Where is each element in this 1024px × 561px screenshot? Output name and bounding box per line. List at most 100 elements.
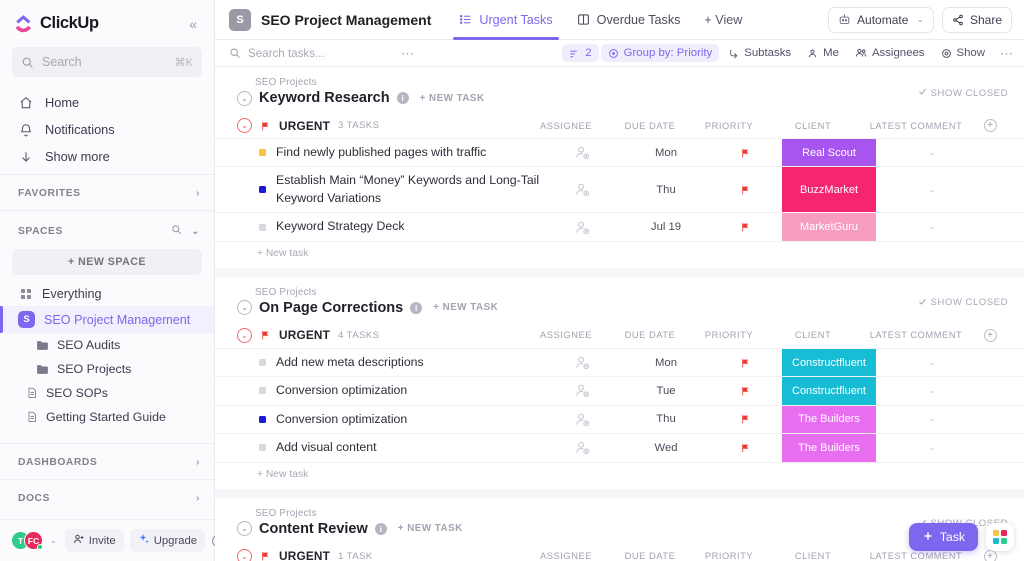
assignee-cell[interactable] [540, 213, 624, 240]
info-icon[interactable]: i [410, 301, 423, 314]
collapse-group-icon[interactable]: ⌄ [237, 521, 252, 537]
add-column-button[interactable]: + [972, 549, 1008, 561]
sidebar-item-getting-started-guide[interactable]: Getting Started Guide [0, 405, 214, 429]
new-task-button[interactable]: + NEW TASK [433, 302, 498, 313]
client-cell[interactable]: BuzzMarket [782, 167, 876, 213]
table-row[interactable]: Establish Main “Money” Keywords and Long… [215, 166, 1024, 213]
sidebar-item-seo-projects[interactable]: SEO Projects [0, 357, 214, 381]
client-cell[interactable]: Constructfluent [782, 348, 876, 377]
table-row[interactable]: Conversion optimization Tue Constructfluen… [215, 376, 1024, 405]
due-date-cell[interactable]: Jul 19 [624, 213, 708, 240]
sidebar-section-docs[interactable]: DOCS › [0, 479, 214, 515]
automate-button[interactable]: Automate ⌄ [828, 6, 934, 33]
status-badge[interactable] [259, 359, 266, 367]
assignee-cell[interactable] [540, 349, 624, 376]
status-badge[interactable] [259, 223, 266, 231]
info-icon[interactable]: i [374, 522, 387, 535]
sidebar-item-notifications[interactable]: Notifications [0, 116, 214, 143]
assignee-cell[interactable] [540, 139, 624, 166]
chevron-down-icon[interactable]: ⌄ [916, 14, 924, 25]
collapse-priority-icon[interactable]: ⌄ [237, 327, 252, 343]
show-chip[interactable]: Show [934, 44, 993, 62]
toolbar-overflow-icon[interactable]: ⋯ [1000, 47, 1014, 60]
priority-cell[interactable] [708, 434, 782, 461]
add-column-button[interactable]: + [972, 328, 1008, 342]
task-name-cell[interactable]: Conversion optimization [215, 377, 540, 404]
due-date-cell[interactable]: Tue [624, 377, 708, 404]
upgrade-button[interactable]: Upgrade [129, 529, 206, 552]
latest-comment-cell[interactable]: - [876, 349, 988, 376]
workspace-avatars[interactable]: T FC [11, 531, 43, 550]
priority-cell[interactable] [708, 377, 782, 404]
latest-comment-cell[interactable]: - [876, 434, 988, 461]
search-more-icon[interactable]: ⋯ [401, 47, 415, 60]
sidebar-section-favorites[interactable]: FAVORITES › [0, 174, 214, 210]
invite-button[interactable]: Invite [64, 529, 124, 552]
priority-cell[interactable] [708, 167, 782, 212]
due-date-cell[interactable]: Mon [624, 139, 708, 166]
collapse-group-icon[interactable]: ⌄ [237, 300, 252, 316]
assignees-chip[interactable]: Assignees [848, 44, 932, 62]
sidebar-item-seo-audits[interactable]: SEO Audits [0, 333, 214, 357]
latest-comment-cell[interactable]: - [876, 406, 988, 433]
me-chip[interactable]: Me [800, 44, 846, 62]
latest-comment-cell[interactable]: - [876, 213, 988, 240]
due-date-cell[interactable]: Thu [624, 167, 708, 212]
table-row[interactable]: Add visual content Wed The Builders - [215, 433, 1024, 462]
assignee-cell[interactable] [540, 167, 624, 212]
sidebar-item-everything[interactable]: Everything [0, 282, 214, 306]
subtasks-chip[interactable]: Subtasks [721, 44, 798, 62]
new-task-button[interactable]: + NEW TASK [420, 93, 485, 104]
new-space-button[interactable]: + NEW SPACE [12, 249, 202, 275]
client-cell[interactable]: Real Scout [782, 139, 876, 167]
sidebar-item-seo-project-management[interactable]: S SEO Project Management [0, 306, 214, 333]
chevron-down-icon[interactable]: ⌄ [191, 226, 200, 237]
new-task-inline-button[interactable]: + New task [215, 240, 1024, 268]
new-task-button[interactable]: + NEW TASK [398, 523, 463, 534]
chevron-right-icon[interactable]: › [196, 457, 200, 468]
chevron-right-icon[interactable]: › [196, 188, 200, 199]
tab-urgent-tasks[interactable]: Urgent Tasks [447, 0, 564, 40]
table-row[interactable]: Keyword Strategy Deck Jul 19 MarketGuru - [215, 212, 1024, 241]
latest-comment-cell[interactable]: - [876, 377, 988, 404]
task-scroller[interactable]: SEO Projects ⌄ Keyword Research i + NEW TASK… [215, 67, 1024, 561]
status-badge[interactable] [259, 149, 266, 157]
add-view-button[interactable]: + View [692, 13, 754, 27]
due-date-cell[interactable]: Thu [624, 406, 708, 433]
due-date-cell[interactable]: Mon [624, 349, 708, 376]
filter-chip[interactable]: 2 [562, 44, 599, 62]
tab-overdue-tasks[interactable]: Overdue Tasks [565, 0, 693, 40]
task-name-cell[interactable]: Establish Main “Money” Keywords and Long… [215, 167, 540, 212]
status-badge[interactable] [259, 387, 266, 395]
chevron-right-icon[interactable]: › [196, 493, 200, 504]
info-icon[interactable]: i [396, 92, 409, 104]
priority-cell[interactable] [708, 406, 782, 433]
due-date-cell[interactable]: Wed [624, 434, 708, 461]
latest-comment-cell[interactable]: - [876, 167, 988, 212]
status-badge[interactable] [259, 444, 266, 452]
share-button[interactable]: Share [941, 6, 1012, 33]
task-name-cell[interactable]: Add visual content [215, 434, 540, 461]
priority-cell[interactable] [708, 213, 782, 240]
task-name-cell[interactable]: Add new meta descriptions [215, 349, 540, 376]
task-name-cell[interactable]: Conversion optimization [215, 406, 540, 433]
priority-cell[interactable] [708, 349, 782, 376]
table-row[interactable]: Find newly published pages with traffic M… [215, 138, 1024, 167]
status-badge[interactable] [259, 415, 266, 423]
latest-comment-cell[interactable]: - [876, 139, 988, 166]
chevron-down-icon[interactable]: ⌄ [50, 536, 57, 545]
client-cell[interactable]: MarketGuru [782, 213, 876, 241]
search-input[interactable]: Search tasks... [229, 47, 379, 60]
sidebar-item-home[interactable]: Home [0, 89, 214, 116]
assignee-cell[interactable] [540, 377, 624, 404]
client-cell[interactable]: Constructfluent [782, 377, 876, 405]
sidebar-section-dashboards[interactable]: DASHBOARDS › [0, 443, 214, 479]
sidebar-section-spaces[interactable]: SPACES ⌄ [0, 210, 214, 249]
assignee-cell[interactable] [540, 406, 624, 433]
priority-cell[interactable] [708, 139, 782, 166]
client-cell[interactable]: The Builders [782, 434, 876, 462]
sidebar-item-show-more[interactable]: Show more [0, 143, 214, 170]
assignee-cell[interactable] [540, 434, 624, 461]
client-cell[interactable]: The Builders [782, 405, 876, 434]
table-row[interactable]: Conversion optimization Thu The Builders - [215, 404, 1024, 434]
